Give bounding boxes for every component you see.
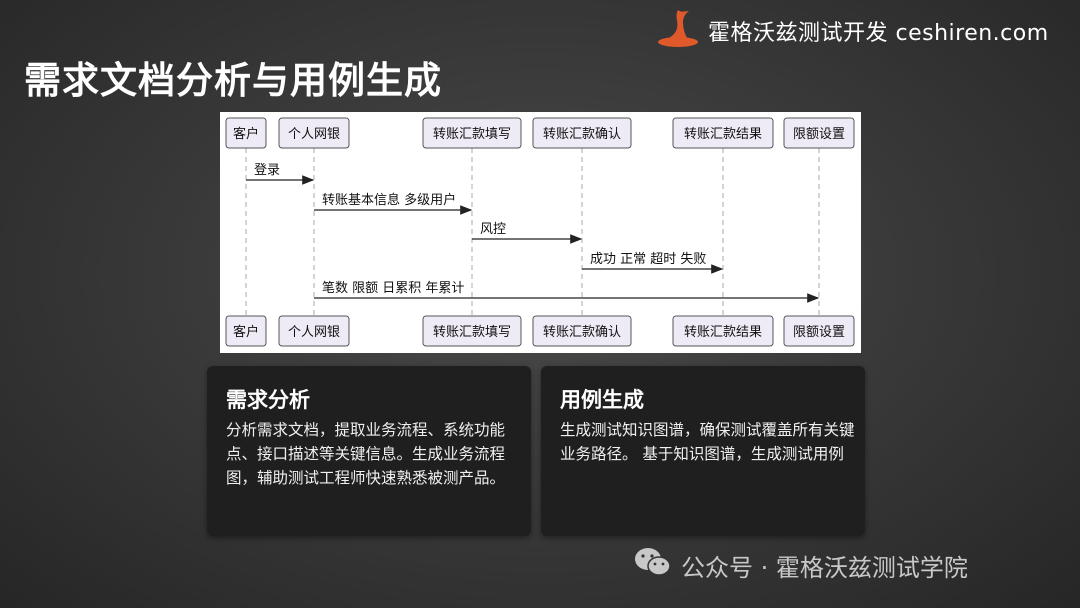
participant-box: 个人网银 [278,315,350,347]
case-generation-title: 用例生成 [560,388,644,412]
requirement-analysis-title: 需求分析 [226,388,310,412]
participant-label: 客户 [233,126,259,142]
participant-box: 限额设置 [783,315,855,347]
participant-box: 客户 [225,117,267,149]
participant-box: 转账汇款确认 [532,117,632,149]
participant-label: 转账汇款填写 [433,325,511,340]
wizard-hat-icon [656,7,702,55]
participant-label: 个人网银 [288,127,340,142]
participant-box: 客户 [225,315,267,347]
page-title: 需求文档分析与用例生成 [24,59,442,102]
footer-text: 公众号 · 霍格沃兹测试学院 [681,553,968,582]
participant-box: 转账汇款填写 [422,315,522,347]
participant-label: 转账汇款结果 [684,127,762,142]
participant-label: 转账汇款确认 [543,127,621,142]
case-generation-body: 生成测试知识图谱，确保测试覆盖所有关键业务路径。 基于知识图谱，生成测试用例 [560,421,855,463]
participant-label: 转账汇款确认 [543,325,621,340]
requirement-analysis-card: 需求分析 分析需求文档，提取业务流程、系统功能点、接口描述等关键信息。生成业务流… [207,366,531,536]
participant-box: 转账汇款确认 [532,315,632,347]
participant-box: 转账汇款结果 [672,117,774,149]
participant-box: 转账汇款填写 [422,117,522,149]
brand: 霍格沃兹测试开发 ceshiren.com [656,8,1049,54]
sequence-diagram: 客户 个人网银 转账汇款填写 转账汇款确认 转账汇款结果 限额设置 客户 个人网银 转账汇款填… [220,112,861,353]
participant-box: 限额设置 [783,117,855,149]
participant-box: 转账汇款结果 [672,315,774,347]
message-label: 成功 正常 超时 失败 [590,252,706,267]
participant-label: 个人网银 [288,325,340,340]
case-generation-card: 用例生成 生成测试知识图谱，确保测试覆盖所有关键业务路径。 基于知识图谱，生成测… [541,366,865,536]
participant-label: 客户 [233,324,259,340]
message-label: 转账基本信息 多级用户 [322,192,456,208]
participant-box: 个人网银 [278,117,350,149]
participant-label: 转账汇款结果 [684,325,762,340]
message-label: 登录 [254,163,280,178]
footer-watermark: 公众号 · 霍格沃兹测试学院 [633,545,968,585]
participant-label: 限额设置 [793,325,845,340]
message-label: 笔数 限额 日累积 年累计 [322,280,464,296]
brand-text: 霍格沃兹测试开发 ceshiren.com [708,21,1049,46]
message-label: 风控 [480,222,506,237]
wechat-icon [633,545,673,585]
requirement-analysis-body: 分析需求文档，提取业务流程、系统功能点、接口描述等关键信息。生成业务流程图，辅助… [226,421,506,487]
participant-label: 限额设置 [793,127,845,142]
participant-label: 转账汇款填写 [433,127,511,142]
